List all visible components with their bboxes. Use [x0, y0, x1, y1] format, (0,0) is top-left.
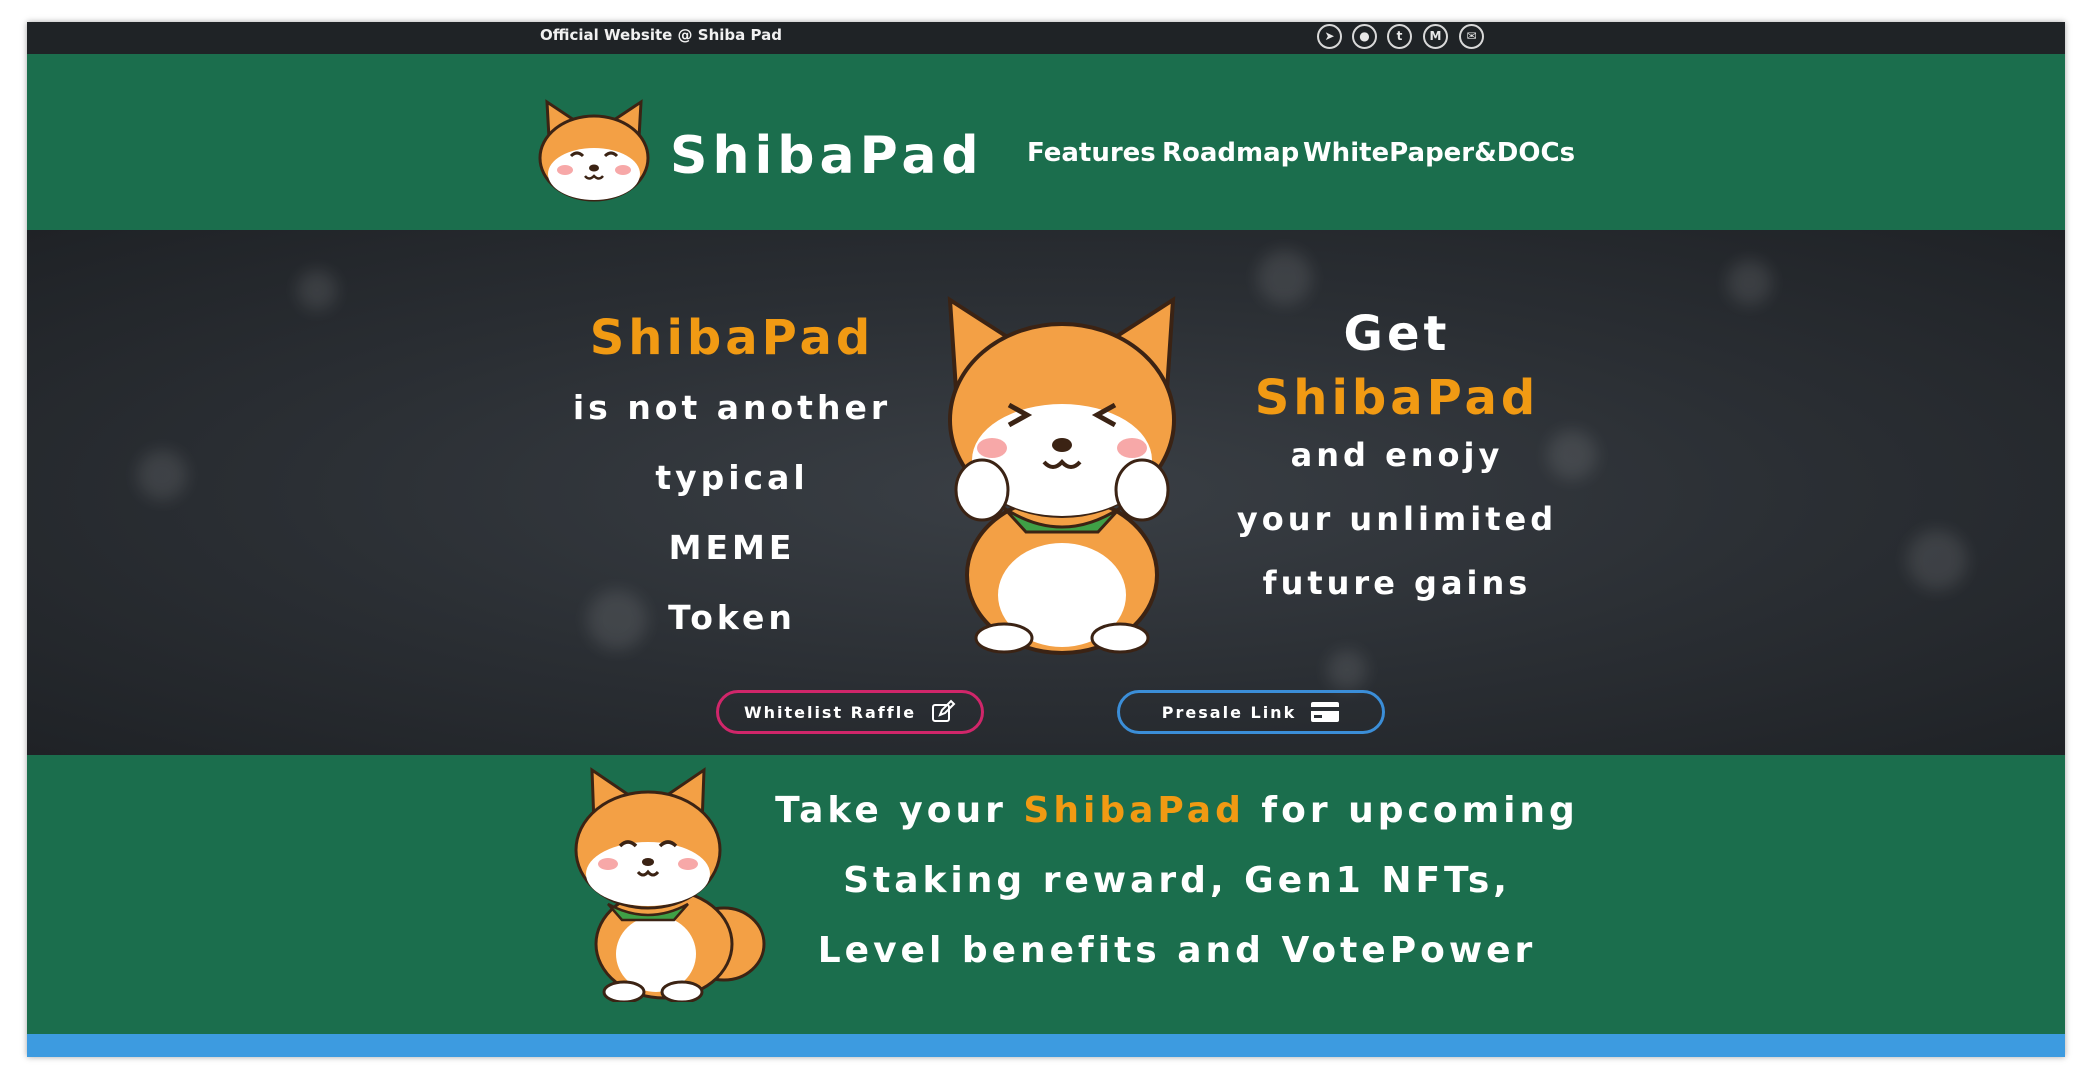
bokeh-light: [1327, 650, 1367, 690]
official-website-text: Official Website @ Shiba Pad: [540, 26, 782, 44]
promo-line-2: Staking reward, Gen1 NFTs,: [843, 860, 1511, 901]
nav-whitepaper[interactable]: WhitePaper&DOCs: [1303, 138, 1575, 168]
hero-right-brand: ShibaPad: [1254, 370, 1540, 426]
email-icon[interactable]: ✉: [1459, 24, 1484, 49]
promo-line1-suffix: for upcoming: [1261, 790, 1579, 831]
shiba-mascot-image: [947, 296, 1176, 655]
nav-features[interactable]: Features: [1027, 138, 1156, 168]
edit-icon: [932, 699, 956, 722]
promo-line-1: Take your ShibaPad for upcoming: [727, 790, 1627, 831]
hero-left-line: is not another: [572, 388, 892, 427]
presale-link-label: Presale Link: [1161, 702, 1297, 722]
nav-roadmap[interactable]: Roadmap: [1162, 138, 1299, 168]
bokeh-light: [1257, 250, 1312, 305]
hero-left-line: Token: [668, 598, 796, 637]
shiba-logo-icon[interactable]: [535, 98, 653, 202]
logo-text[interactable]: ShibaPad: [670, 126, 984, 186]
site-header: ShibaPad Features Roadmap WhitePaper&DOC…: [27, 54, 2065, 230]
hero-left-line: typical: [655, 458, 809, 497]
twitter-icon[interactable]: t: [1387, 24, 1412, 49]
bottom-section-edge: [27, 1034, 2065, 1057]
whitelist-raffle-label: Whitelist Raffle: [743, 702, 917, 722]
promo-line1-prefix: Take your: [775, 790, 1007, 831]
hero-section: ShibaPad is not another typical MEME Tok…: [27, 230, 2065, 755]
hero-right-title: Get: [1343, 306, 1451, 362]
promo-line-3: Level benefits and VotePower: [817, 930, 1537, 971]
bokeh-light: [297, 270, 337, 310]
hero-left-line: MEME: [668, 528, 796, 567]
page-frame: Official Website @ Shiba Pad ➤ ● t M ✉ S…: [27, 22, 2065, 1057]
bokeh-light: [137, 450, 187, 500]
promo-line1-highlight: ShibaPad: [1023, 790, 1245, 831]
top-bar: Official Website @ Shiba Pad ➤ ● t M ✉: [27, 22, 2065, 54]
hero-right-line: future gains: [1262, 564, 1532, 602]
hero-right-line: and enojy: [1290, 436, 1504, 474]
presale-link-button[interactable]: Presale Link: [1117, 690, 1385, 734]
credit-card-icon: [1311, 702, 1340, 722]
telegram-icon[interactable]: ➤: [1317, 24, 1342, 49]
hero-right-line: your unlimited: [1236, 500, 1558, 538]
github-icon[interactable]: ●: [1352, 24, 1377, 49]
bokeh-light: [1727, 260, 1772, 305]
bokeh-light: [1907, 530, 1967, 590]
medium-icon[interactable]: M: [1423, 24, 1448, 49]
hero-left-title: ShibaPad: [589, 310, 875, 366]
sitting-shiba-image: [574, 767, 766, 1002]
whitelist-raffle-button[interactable]: Whitelist Raffle: [716, 690, 984, 734]
